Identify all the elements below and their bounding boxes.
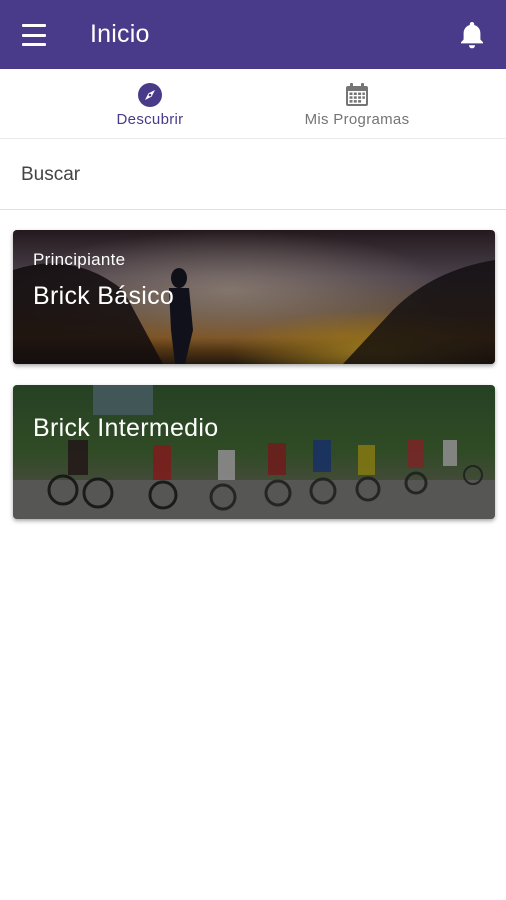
tab-my-programs[interactable]: Mis Programas xyxy=(257,69,457,139)
search-input[interactable] xyxy=(0,163,506,186)
page-title: Inicio xyxy=(90,20,150,48)
program-level: Principiante xyxy=(33,250,126,269)
app-bar: Inicio xyxy=(0,0,506,69)
program-name: Brick Básico xyxy=(33,282,175,310)
tab-bar: Descubrir Mis Programas xyxy=(0,69,506,139)
bell-icon[interactable] xyxy=(458,20,486,50)
program-card[interactable]: Brick Intermedio xyxy=(13,385,495,519)
program-name: Brick Intermedio xyxy=(33,414,219,442)
tab-discover[interactable]: Descubrir xyxy=(50,69,250,139)
search-bar xyxy=(0,140,506,210)
tab-label: Descubrir xyxy=(116,111,184,128)
calendar-icon xyxy=(346,83,368,106)
program-card[interactable]: Principiante Brick Básico xyxy=(13,230,495,364)
compass-icon xyxy=(138,83,162,107)
tab-label: Mis Programas xyxy=(304,111,410,128)
menu-icon[interactable] xyxy=(22,24,48,46)
